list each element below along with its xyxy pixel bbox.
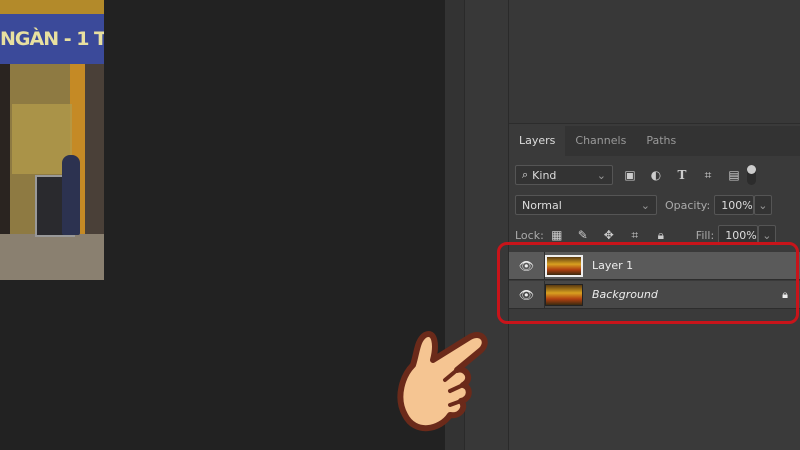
pointing-hand-icon (397, 331, 488, 432)
shape-filter-icon[interactable]: ⌗ (701, 168, 715, 183)
tab-paths[interactable]: Paths (636, 126, 686, 156)
opacity-input[interactable]: 100% (714, 195, 755, 215)
layers-panel: Layers Channels Paths ⌕ Kind ⌄ ▣ ◐ T ⌗ ▤… (509, 0, 800, 450)
lock-all-icon[interactable]: 🔒︎ (654, 228, 668, 243)
smart-object-filter-icon[interactable]: ▤ (727, 168, 741, 182)
lock-position-icon[interactable]: ✥ (602, 228, 616, 242)
type-filter-icon[interactable]: T (675, 168, 689, 182)
filter-toggle[interactable] (747, 165, 756, 185)
chevron-down-icon: ⌄ (640, 198, 650, 212)
canvas-image: NGÀN - 1 TRI (0, 0, 104, 280)
banner-text: NGÀN - 1 TRI (0, 14, 104, 64)
tab-layers[interactable]: Layers (509, 126, 566, 156)
upper-panel (509, 0, 800, 124)
blend-mode-select[interactable]: Normal ⌄ (515, 195, 657, 215)
image-filter-icon[interactable]: ▣ (623, 168, 637, 182)
panel-tabs: Layers Channels Paths (509, 126, 800, 156)
chevron-down-icon: ⌄ (596, 168, 606, 182)
lock-image-pixels-icon[interactable]: ✎ (576, 228, 590, 242)
highlight-annotation (497, 242, 799, 324)
opacity-label: Opacity: (665, 198, 711, 212)
lock-label: Lock: (515, 228, 544, 242)
lock-artboard-icon[interactable]: ⌗ (628, 228, 642, 243)
opacity-dropdown[interactable]: ⌄ (754, 195, 773, 215)
document-canvas: NGÀN - 1 TRI (0, 0, 445, 450)
adjustment-filter-icon[interactable]: ◐ (649, 168, 663, 182)
tab-channels[interactable]: Channels (565, 126, 636, 156)
fill-label: Fill: (695, 228, 715, 242)
search-icon: ⌕ (522, 168, 529, 181)
lock-transparent-pixels-icon[interactable]: ▦ (550, 228, 564, 242)
filter-kind-select[interactable]: ⌕ Kind ⌄ (515, 165, 613, 185)
